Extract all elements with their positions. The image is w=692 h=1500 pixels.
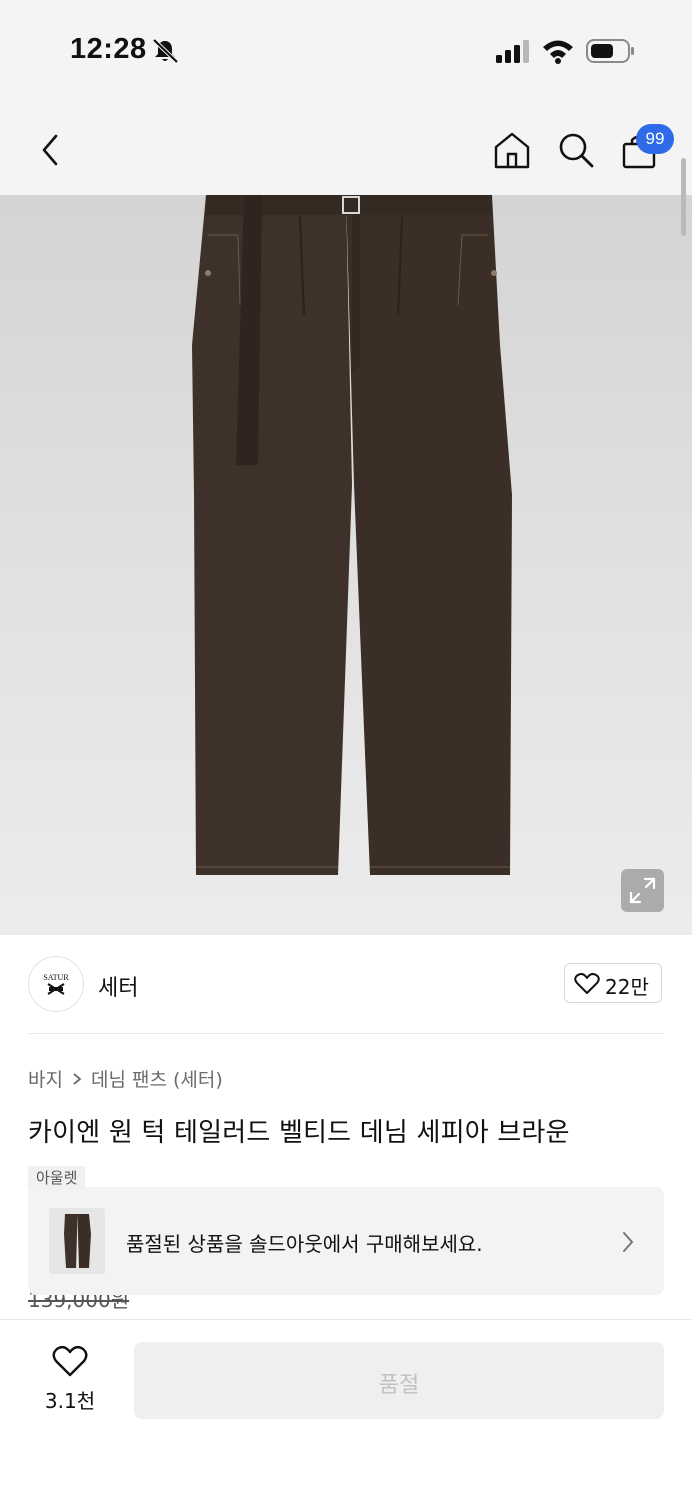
- heart-icon[interactable]: [52, 1346, 88, 1378]
- expand-image-button[interactable]: [621, 869, 664, 912]
- battery-icon: [586, 39, 634, 63]
- banner-product-thumbnail: [49, 1208, 105, 1274]
- signal-icon: [496, 40, 529, 63]
- search-icon[interactable]: [556, 130, 596, 170]
- breadcrumb-subcategory[interactable]: 데님 팬츠 (세터): [91, 1065, 223, 1092]
- heart-icon: [574, 973, 600, 994]
- brand-name[interactable]: 세터: [98, 970, 138, 1002]
- breadcrumb-category[interactable]: 바지: [28, 1065, 63, 1092]
- bottom-divider: [0, 1319, 692, 1320]
- wifi-icon: [543, 40, 573, 64]
- scroll-indicator[interactable]: [681, 158, 686, 236]
- product-title: 카이엔 원 턱 테일러드 벨티드 데님 세피아 브라운: [28, 1118, 570, 1148]
- brand-like-count: 22만: [605, 975, 649, 999]
- home-icon[interactable]: [492, 130, 532, 170]
- bell-slash-icon: [152, 38, 179, 64]
- product-image[interactable]: [0, 195, 692, 935]
- back-chevron-icon[interactable]: [36, 132, 64, 168]
- breadcrumb: 바지 데님 팬츠 (세터): [28, 1065, 223, 1092]
- product-like-count: 3.1천: [44, 1389, 96, 1413]
- cart-badge: 99: [636, 124, 674, 154]
- soldout-label: 품절: [378, 1373, 420, 1398]
- soldout-banner-text: 품절된 상품을 솔드아웃에서 구매해보세요.: [126, 1232, 483, 1256]
- chevron-right-icon: [623, 1232, 634, 1252]
- brand-logo-mark: SATUR: [43, 973, 69, 995]
- brand-logo[interactable]: SATUR: [28, 956, 84, 1012]
- pants-thumbnail: [64, 1214, 91, 1268]
- status-time: 12:28: [70, 33, 147, 65]
- svg-text:SATUR: SATUR: [43, 973, 69, 982]
- expand-icon: [629, 877, 656, 904]
- pants-illustration: [192, 195, 512, 875]
- divider: [28, 1033, 664, 1034]
- chevron-right-icon: [73, 1072, 82, 1085]
- outlet-tag: 아울렛: [28, 1166, 86, 1190]
